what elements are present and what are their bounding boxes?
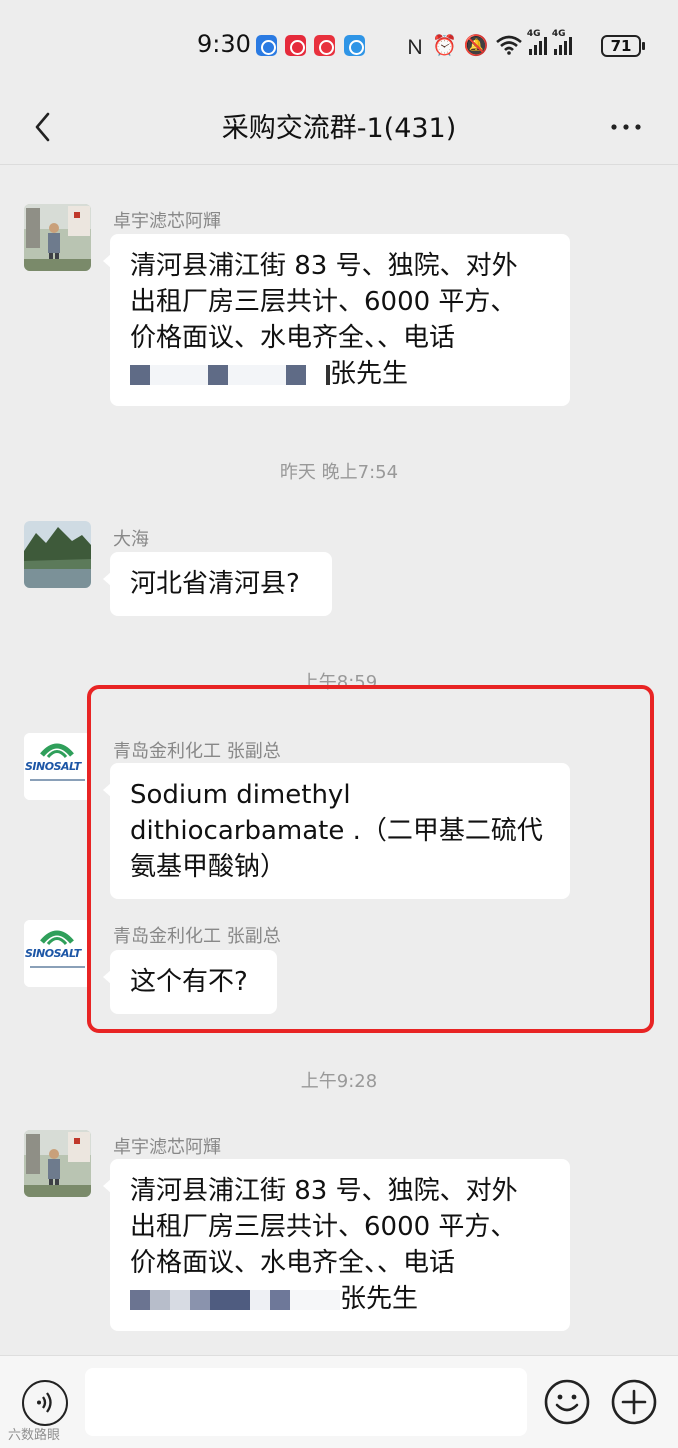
chat-header: 采购交流群-1(431) [0, 90, 678, 165]
redaction-block [290, 1289, 340, 1310]
highlight-box [87, 685, 654, 1033]
signal-icon: 4G [527, 29, 547, 55]
timestamp: 昨天 晚上7:54 [279, 462, 399, 483]
wifi-icon [495, 35, 522, 55]
message-text-line: 清河县浦江街 83 号、独院、对外 [130, 1176, 518, 1206]
redaction-block [228, 364, 286, 385]
sender-name: 卓宇滤芯阿輝 [113, 1137, 221, 1158]
redaction-block [190, 1289, 210, 1310]
avatar[interactable] [24, 521, 91, 588]
timestamp: 上午9:28 [300, 1071, 378, 1092]
avatar-logo-text: SINOSALT [25, 760, 81, 773]
sender-name: 卓宇滤芯阿輝 [113, 211, 221, 232]
more-options-icon[interactable] [606, 110, 646, 144]
voice-input-button[interactable] [22, 1380, 68, 1426]
status-time: 9:30 [197, 30, 251, 58]
system-icons: Ｎ ⏰ 🔕 4G 4G [405, 29, 572, 60]
redaction-block [306, 364, 326, 385]
app-notification-icon [285, 35, 306, 56]
add-attachment-icon[interactable] [610, 1378, 658, 1426]
voice-icon [37, 1392, 52, 1413]
redaction-block [270, 1289, 290, 1310]
app-notification-icon [344, 35, 365, 56]
redaction-block [130, 1289, 150, 1310]
sender-name: 大海 [113, 529, 149, 550]
network-label: 4G [551, 29, 566, 39]
message-input[interactable] [85, 1368, 527, 1436]
emoji-icon[interactable] [543, 1378, 591, 1426]
app-notification-icon [256, 35, 277, 56]
battery-icon: 71 [601, 35, 645, 57]
redaction-block [250, 1289, 270, 1310]
redacted-phone-line: 张先生 [130, 1281, 550, 1317]
nfc-icon: Ｎ [405, 34, 425, 59]
redaction-block [208, 364, 228, 385]
message-text-line: 河北省清河县? [130, 569, 300, 599]
signal-icon: 4G [552, 29, 572, 55]
message-bubble[interactable]: 河北省清河县? [103, 552, 332, 616]
message-text-line: 价格面议、水电齐全、、电话 [130, 323, 456, 353]
app-notification-icon [314, 35, 335, 56]
mute-icon: 🔕 [463, 33, 489, 57]
redaction-block [286, 364, 306, 385]
status-bar: 9:30 Ｎ ⏰ 🔕 4G 4G 71 [0, 0, 678, 90]
avatar[interactable] [24, 204, 91, 271]
message-text-line: 出租厂房三层共计、6000 平方、 [130, 287, 517, 317]
network-label: 4G [526, 29, 541, 39]
message-bubble[interactable]: 清河县浦江街 83 号、独院、对外 出租厂房三层共计、6000 平方、 价格面议… [103, 234, 570, 406]
avatar[interactable] [24, 1130, 91, 1197]
chat-title: 采购交流群-1(431) [221, 113, 457, 144]
avatar[interactable]: SINOSALT [24, 920, 91, 987]
redaction-block [130, 364, 150, 385]
avatar-logo-text: SINOSALT [25, 947, 81, 960]
redaction-block [170, 1289, 190, 1310]
redaction-block [150, 1289, 170, 1310]
redacted-phone-line: 张先生 [130, 356, 550, 392]
message-text-line: 价格面议、水电齐全、、电话 [130, 1248, 456, 1278]
redaction-block [150, 364, 208, 385]
avatar[interactable]: SINOSALT [24, 733, 91, 800]
watermark: 六数路眼 [8, 1428, 61, 1443]
message-text-line: 出租厂房三层共计、6000 平方、 [130, 1212, 517, 1242]
contact-name: 张先生 [340, 1284, 419, 1314]
chat-input-bar [0, 1355, 678, 1448]
contact-name: 张先生 [330, 359, 409, 389]
message-bubble[interactable]: 清河县浦江街 83 号、独院、对外 出租厂房三层共计、6000 平方、 价格面议… [103, 1159, 570, 1331]
message-text-line: 清河县浦江街 83 号、独院、对外 [130, 251, 518, 281]
redaction-block [210, 1289, 250, 1310]
alarm-icon: ⏰ [432, 33, 457, 57]
